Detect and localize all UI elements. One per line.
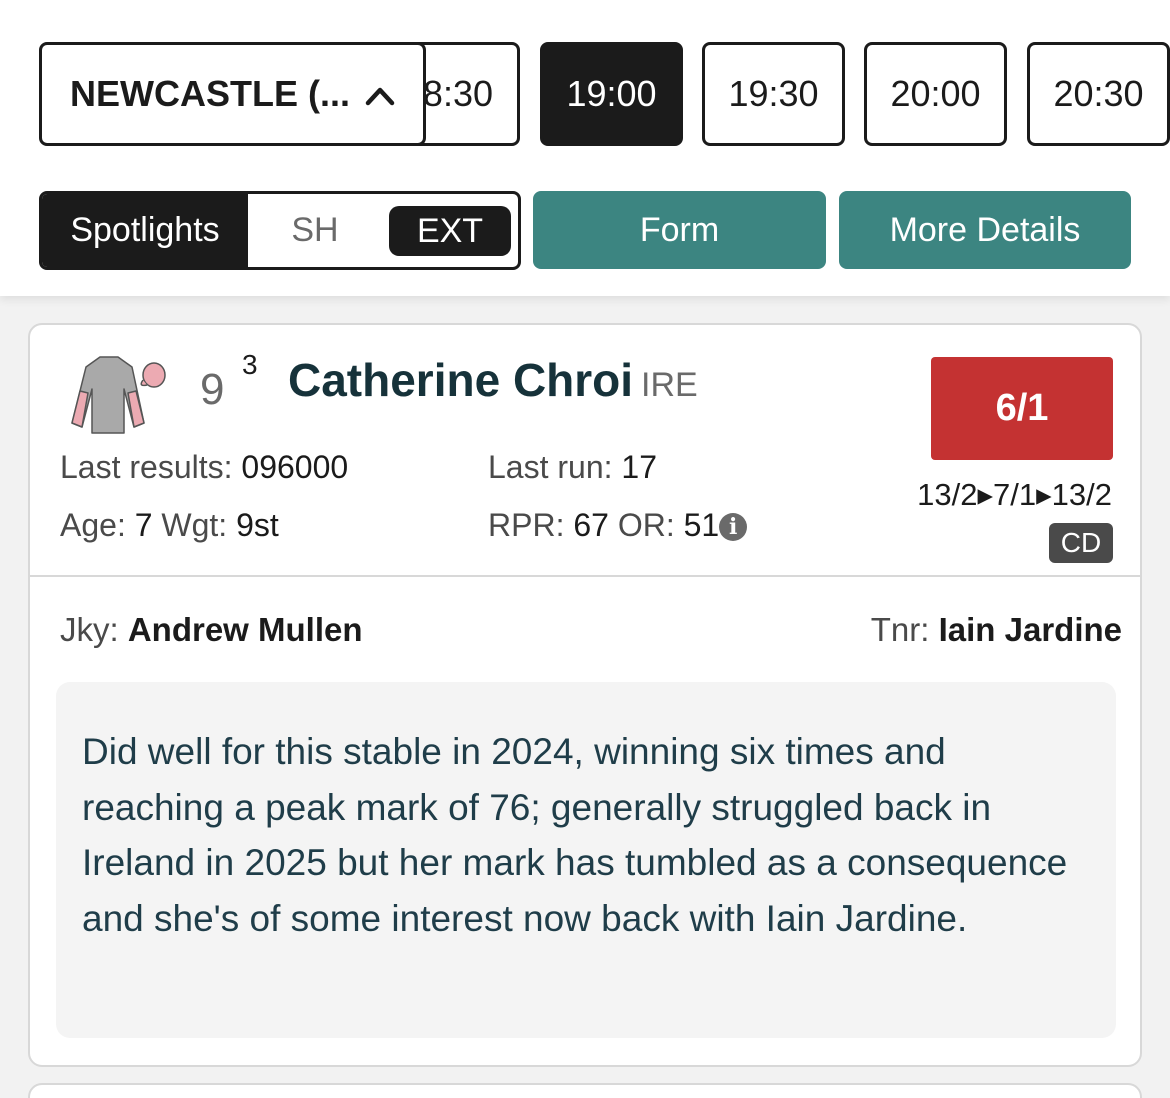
jockey-silks-icon <box>71 356 166 434</box>
spotlights-toggle[interactable]: Spotlights <box>42 194 248 267</box>
country-code: IRE <box>641 366 698 404</box>
sh-toggle[interactable]: SH <box>274 194 356 267</box>
next-runner-card <box>28 1083 1142 1098</box>
race-time-label: 19:30 <box>728 73 819 114</box>
odds-value: 6/1 <box>995 387 1049 429</box>
age-value: 7 <box>134 507 153 543</box>
odds-movement: 13/2▸7/1▸13/2 <box>917 477 1112 512</box>
jockey-label: Jky: <box>60 611 119 648</box>
view-toggle: Spotlights SH EXT <box>39 191 521 270</box>
more-details-label: More Details <box>889 210 1081 249</box>
venue-label: NEWCASTLE (... <box>70 73 350 114</box>
last-results-value: 096000 <box>241 449 349 485</box>
sh-label: SH <box>291 211 339 249</box>
more-details-button[interactable]: More Details <box>839 191 1131 269</box>
or-label: OR: <box>617 507 675 543</box>
ratings: RPR: 67 OR: 51 i <box>488 507 748 544</box>
or-value: 51 <box>683 507 720 543</box>
chevron-up-icon <box>365 87 395 106</box>
last-results-label: Last results: <box>60 449 233 485</box>
venue-dropdown[interactable]: NEWCASTLE (... <box>39 42 426 146</box>
spotlights-label: Spotlights <box>70 211 220 249</box>
race-time-tab[interactable]: 20:00 <box>864 42 1007 146</box>
race-time-label: 8:30 <box>422 73 493 114</box>
horse-name-text: Catherine Chroi <box>288 354 634 406</box>
weight-value: 9st <box>236 507 279 543</box>
saddle-cloth-number: 9 <box>200 365 225 414</box>
age-label: Age: <box>60 507 126 543</box>
ext-toggle[interactable]: EXT <box>389 206 511 256</box>
race-time-tab-selected[interactable]: 19:00 <box>540 42 683 146</box>
ext-label: EXT <box>416 211 484 250</box>
badge-label: CD <box>1060 527 1102 558</box>
stall-draw: 3 <box>242 349 258 380</box>
form-label: Form <box>639 210 720 249</box>
spotlight-comment: Did well for this stable in 2024, winnin… <box>56 682 1116 1038</box>
last-results: Last results: 096000 <box>60 449 348 486</box>
form-button[interactable]: Form <box>533 191 826 269</box>
trainer-label: Tnr: <box>870 611 930 648</box>
race-time-label: 19:00 <box>566 73 657 114</box>
horse-name[interactable]: Catherine Chroi IRE <box>288 353 698 407</box>
race-time-label: 20:30 <box>1053 73 1144 114</box>
runner-card: 9 3 Catherine Chroi IRE 6/1 13/2▸7/1▸13/2… <box>28 323 1142 1067</box>
last-run: Last run: 17 <box>488 449 657 486</box>
rpr-value: 67 <box>573 507 609 543</box>
jockey: Jky: Andrew Mullen <box>60 611 363 649</box>
race-time-tab[interactable]: 20:30 <box>1027 42 1170 146</box>
jockey-name[interactable]: Andrew Mullen <box>128 611 363 648</box>
last-run-label: Last run: <box>488 449 613 485</box>
weight-label: Wgt: <box>161 507 228 543</box>
age-weight: Age: 7 Wgt: 9st <box>60 507 279 544</box>
trainer-name[interactable]: Iain Jardine <box>939 611 1122 648</box>
trainer: Tnr: Iain Jardine <box>871 611 1122 649</box>
info-icon[interactable]: i <box>719 513 748 541</box>
race-time-tab[interactable]: 19:30 <box>702 42 845 146</box>
last-run-value: 17 <box>621 449 657 485</box>
race-header: 8:30 19:00 19:30 20:00 20:30 NEWCASTLE (… <box>0 0 1170 296</box>
race-time-label: 20:00 <box>890 73 981 114</box>
odds-button[interactable]: 6/1 <box>931 357 1113 460</box>
rpr-label: RPR: <box>488 507 565 543</box>
course-distance-badge: CD <box>1049 523 1113 563</box>
card-divider <box>30 575 1140 577</box>
spotlight-text: Did well for this stable in 2024, winnin… <box>82 731 1068 939</box>
